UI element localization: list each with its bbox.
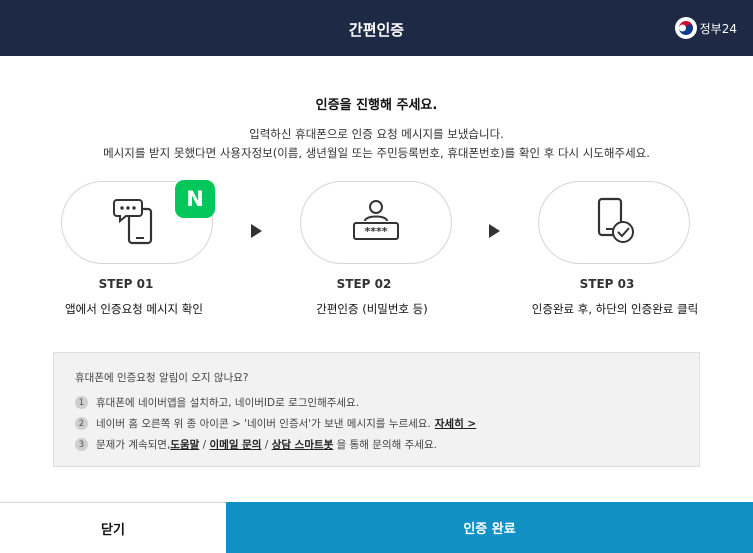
help-item-text: 휴대폰에 네이버앱을 설치하고, 네이버ID로 로그인해주세요. [96, 397, 360, 409]
naver-app-badge: N [175, 180, 215, 218]
logo-text: 정부24 [699, 21, 737, 36]
step-3-desc: 인증완료 후, 하단의 인증완료 클릭 [531, 302, 699, 316]
smartbot-link[interactable]: 상담 스마트봇 [272, 437, 334, 452]
auth-complete-button[interactable]: 인증 완료 [226, 502, 753, 553]
help-title: 휴대폰에 인증요청 알림이 오지 않나요? [75, 372, 249, 384]
help-item-2: 2 네이버 홈 오른쪽 위 종 아이콘 > '네이버 인증서'가 보낸 메시지를… [75, 416, 476, 431]
number-badge: 3 [75, 438, 88, 451]
help-box: 휴대폰에 인증요청 알림이 오지 않나요? 1 휴대폰에 네이버앱을 설치하고,… [53, 352, 700, 467]
phone-message-icon [113, 196, 161, 250]
description: 입력하신 휴대폰으로 인증 요청 메시지를 보냈습니다. 메시지를 받지 못했다… [0, 125, 753, 163]
step-2-number: STEP 02 [336, 277, 392, 291]
number-badge: 2 [75, 417, 88, 430]
step-1-number: STEP 01 [98, 277, 154, 291]
help-link[interactable]: 도움말 [170, 437, 199, 452]
gov24-logo[interactable]: 정부24 [674, 17, 737, 39]
details-link[interactable]: 자세히 > [435, 416, 476, 431]
separator: / [199, 438, 210, 451]
arrow-right-icon [251, 224, 262, 238]
main-heading: 인증을 진행해 주세요. [315, 98, 438, 113]
step-2-desc: 간편인증 (비밀번호 등) [316, 302, 428, 316]
separator: / [261, 438, 272, 451]
user-password-icon: **** [351, 199, 401, 247]
help-item-text: 네이버 홈 오른쪽 위 종 아이콘 > '네이버 인증서'가 보낸 메시지를 누… [96, 418, 431, 430]
email-inquiry-link[interactable]: 이메일 문의 [210, 437, 262, 452]
step-3-number: STEP 03 [579, 277, 635, 291]
arrow-right-icon [489, 224, 500, 238]
footer-bar: 닫기 인증 완료 [0, 502, 753, 553]
header-bar: 간편인증 정부24 [0, 0, 753, 56]
step-1-desc: 앱에서 인증요청 메시지 확인 [65, 302, 203, 316]
help-item-text: 문제가 계속되면, [96, 439, 171, 451]
description-line-2: 메시지를 받지 못했다면 사용자정보(이름, 생년월일 또는 주민등록번호, 휴… [103, 146, 650, 160]
close-button[interactable]: 닫기 [0, 502, 226, 553]
help-item-text: 을 통해 문의해 주세요. [333, 439, 437, 451]
number-badge: 1 [75, 396, 88, 409]
svg-text:****: **** [364, 225, 387, 238]
phone-check-icon [592, 196, 636, 250]
help-item-1: 1 휴대폰에 네이버앱을 설치하고, 네이버ID로 로그인해주세요. [75, 395, 359, 410]
page-title: 간편인증 [348, 21, 405, 39]
help-item-3: 3 문제가 계속되면, 도움말 / 이메일 문의 / 상담 스마트봇 을 통해 … [75, 437, 437, 452]
step-3-card [538, 181, 690, 264]
step-2-card: **** [300, 181, 452, 264]
description-line-1: 입력하신 휴대폰으로 인증 요청 메시지를 보냈습니다. [249, 127, 504, 141]
taegeuk-icon [674, 17, 697, 39]
